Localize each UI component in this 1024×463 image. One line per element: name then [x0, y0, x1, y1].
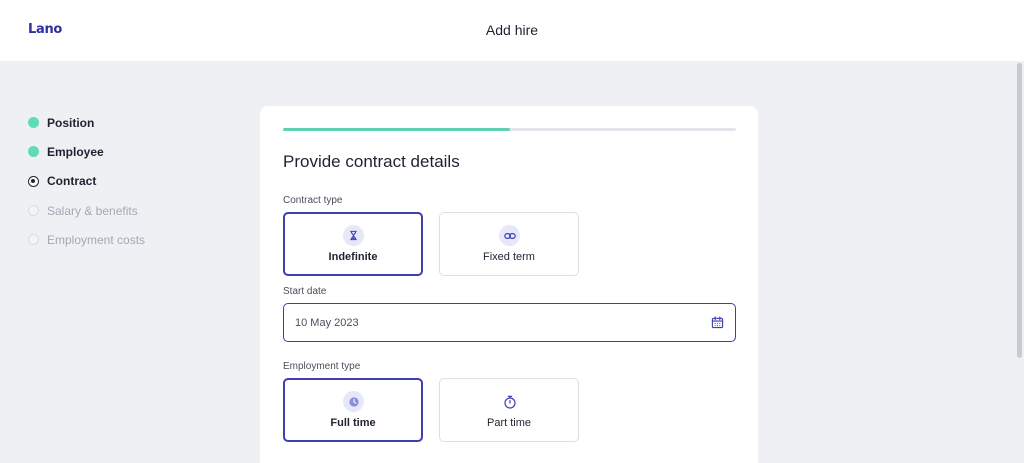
step-label: Employee: [47, 144, 104, 159]
step-done-indicator: [28, 146, 39, 158]
contract-form-card: Provide contract details Contract type I…: [260, 106, 758, 463]
link-icon: [499, 225, 520, 246]
step-label: Contract: [47, 174, 97, 189]
page-scrollbar[interactable]: [1016, 61, 1024, 463]
contract-type-indefinite-option[interactable]: Indefinite: [283, 212, 423, 276]
option-label: Part time: [486, 417, 531, 429]
contract-type-label: Contract type: [283, 195, 343, 206]
employment-type-full-time-option[interactable]: Full time: [283, 378, 423, 442]
form-title: Provide contract details: [283, 152, 460, 171]
contract-type-fixed-term-option[interactable]: Fixed term: [439, 212, 579, 276]
start-date-value: 10 May 2023: [295, 317, 359, 329]
step-todo-indicator: [28, 205, 39, 217]
option-label: Full time: [330, 417, 376, 429]
step-label: Employment costs: [47, 232, 146, 247]
option-label: Indefinite: [328, 251, 378, 263]
step-todo-indicator: [28, 234, 39, 246]
option-label: Fixed term: [483, 251, 535, 263]
step-done-indicator: [28, 117, 39, 129]
step-position[interactable]: Position: [28, 108, 145, 137]
step-contract[interactable]: Contract: [28, 167, 145, 196]
stopwatch-icon: [499, 391, 520, 412]
hourglass-icon: [343, 225, 364, 246]
step-label: Salary & benefits: [47, 203, 138, 218]
form-progress-fill: [283, 128, 510, 131]
start-date-field[interactable]: 10 May 2023: [283, 303, 736, 342]
employment-type-part-time-option[interactable]: Part time: [439, 378, 579, 442]
step-employee[interactable]: Employee: [28, 137, 145, 166]
calendar-icon[interactable]: [711, 316, 724, 334]
scrollbar-thumb[interactable]: [1017, 63, 1022, 358]
step-salary-benefits: Salary & benefits: [28, 196, 145, 225]
step-employment-costs: Employment costs: [28, 225, 145, 254]
clock-icon: [343, 391, 364, 412]
page-title: Add hire: [485, 22, 539, 38]
step-label: Position: [47, 115, 95, 130]
start-date-label: Start date: [283, 286, 327, 297]
employment-type-label: Employment type: [283, 361, 361, 372]
stepper-sidebar: Position Employee Contract Salary & bene…: [28, 108, 145, 254]
top-bar: Lano Add hire: [0, 0, 1024, 61]
form-progress-bar: [283, 128, 736, 131]
step-current-indicator: [28, 175, 39, 187]
